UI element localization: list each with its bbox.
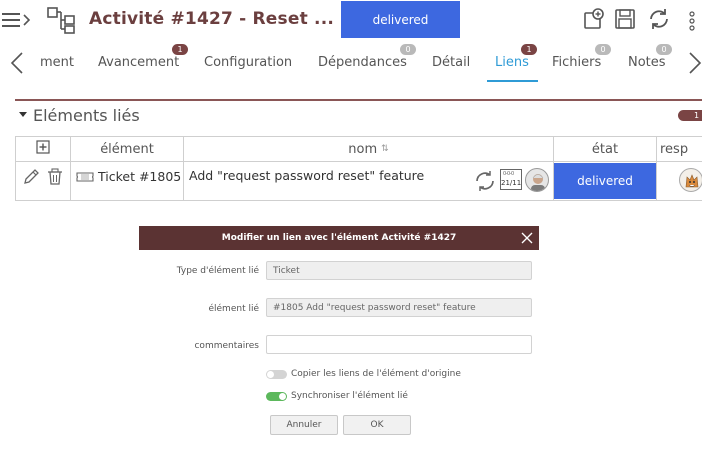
- row-etat-cell: delivered: [553, 161, 657, 201]
- chevron-right-icon: [689, 52, 702, 74]
- row-element-cell[interactable]: Ticket #1805: [70, 161, 184, 201]
- active-tab-indicator: [487, 80, 538, 82]
- tab-avancement-badge: 1: [172, 44, 188, 55]
- ok-button[interactable]: OK: [343, 415, 411, 435]
- save-icon: [615, 9, 635, 29]
- delete-link-button[interactable]: [47, 168, 63, 189]
- avatar: [525, 168, 549, 192]
- copy-links-toggle-knob: [267, 371, 274, 378]
- edit-link-dialog: Modifier un lien avec l'élément Activité…: [139, 226, 539, 468]
- save-button[interactable]: [614, 8, 636, 34]
- section-header[interactable]: Eléments liés: [19, 106, 140, 125]
- column-header-responsable-label: resp: [660, 141, 689, 157]
- calendar-icon: 0-0-0 21/11: [500, 169, 522, 190]
- section-divider: [15, 99, 702, 101]
- dialog-title: Modifier un lien avec l'élément Activité…: [221, 233, 457, 243]
- column-header-element[interactable]: élément: [70, 136, 184, 162]
- column-header-etat-label: état: [591, 141, 619, 157]
- tab-comment[interactable]: ment: [40, 55, 74, 70]
- hamburger-menu-button[interactable]: [2, 12, 32, 32]
- tabs-scroll-right-button[interactable]: [688, 52, 702, 78]
- row-actions-cell: [15, 161, 71, 201]
- comment-field-label: commentaires: [194, 341, 259, 351]
- responsible-avatar: [679, 168, 702, 192]
- cancel-button[interactable]: Annuler: [270, 415, 338, 435]
- type-field[interactable]: Ticket: [266, 261, 532, 280]
- dialog-close-button[interactable]: [520, 231, 534, 248]
- copy-links-label: Copier les liens de l'élément d'origine: [291, 369, 461, 379]
- column-header-nom-label: nom: [348, 141, 378, 157]
- due-date: 21/11: [501, 179, 522, 187]
- page-title: Activité #1427 - Reset ...: [89, 9, 335, 29]
- org-chart-icon: [46, 6, 78, 38]
- row-responsable-cell: [656, 161, 702, 201]
- element-field[interactable]: #1805 Add "request password reset" featu…: [266, 298, 532, 317]
- refresh-icon: [650, 9, 668, 29]
- add-link-button[interactable]: [36, 140, 50, 158]
- sync-element-label: Synchroniser l'élément lié: [291, 391, 408, 401]
- collapse-triangle-icon: [19, 112, 27, 117]
- row-status-badge[interactable]: delivered: [554, 163, 656, 199]
- tab-notes-badge: 0: [656, 44, 672, 55]
- section-count-badge: 1: [678, 110, 702, 121]
- column-header-responsable[interactable]: resp: [656, 136, 702, 162]
- linked-element-name: Add "request password reset" feature: [189, 168, 425, 183]
- copy-links-toggle[interactable]: [266, 370, 287, 379]
- ticket-icon: [76, 171, 94, 185]
- tab-avancement[interactable]: Avancement: [98, 55, 179, 70]
- plus-icon: [36, 140, 50, 154]
- element-field-label: élément lié: [208, 304, 259, 314]
- tab-liens-badge: 1: [521, 44, 537, 55]
- tab-dependances[interactable]: Dépendances: [318, 55, 407, 70]
- column-header-nom[interactable]: nom ⇅: [183, 136, 554, 162]
- linked-element-ref: Ticket #1805: [98, 169, 182, 184]
- pencil-icon: [24, 169, 39, 184]
- refresh-button[interactable]: [647, 8, 671, 34]
- app-header: Activité #1427 - Reset ... delivered: [0, 0, 702, 40]
- tab-fichiers-badge: 0: [595, 44, 611, 55]
- more-vertical-icon: [689, 11, 695, 31]
- trash-icon: [48, 168, 62, 185]
- tab-dependances-badge: 0: [400, 44, 416, 55]
- sync-element-toggle[interactable]: [266, 392, 287, 401]
- tab-fichiers[interactable]: Fichiers: [552, 55, 601, 70]
- type-field-label: Type d'élément lié: [176, 266, 259, 276]
- add-window-button[interactable]: [583, 8, 605, 34]
- hamburger-icon: [2, 13, 31, 27]
- tab-notes[interactable]: Notes: [628, 55, 666, 70]
- tab-bar: ment Avancement 1 Configuration Dépendan…: [0, 40, 702, 86]
- row-nom-cell[interactable]: Add "request password reset" feature 0-0…: [183, 161, 554, 201]
- add-link-header-cell: [15, 136, 71, 162]
- sort-icon: ⇅: [381, 144, 389, 154]
- edit-link-button[interactable]: [22, 168, 40, 189]
- tab-detail[interactable]: Détail: [432, 55, 470, 70]
- sync-icon: [473, 169, 497, 196]
- add-window-icon: [584, 8, 604, 29]
- column-header-element-label: élément: [100, 141, 154, 157]
- tab-configuration[interactable]: Configuration: [204, 55, 292, 70]
- chevron-left-icon: [10, 52, 23, 74]
- dialog-header: Modifier un lien avec l'élément Activité…: [139, 226, 539, 250]
- comment-field[interactable]: [266, 335, 532, 354]
- section-title: Eléments liés: [33, 106, 140, 125]
- tabs-scroll-left-button[interactable]: [10, 52, 24, 78]
- tab-liens[interactable]: Liens: [495, 55, 529, 70]
- close-icon: [521, 232, 533, 244]
- status-badge[interactable]: delivered: [341, 1, 460, 38]
- sync-element-toggle-knob: [279, 393, 286, 400]
- column-header-etat[interactable]: état: [553, 136, 657, 162]
- more-button[interactable]: [688, 11, 696, 35]
